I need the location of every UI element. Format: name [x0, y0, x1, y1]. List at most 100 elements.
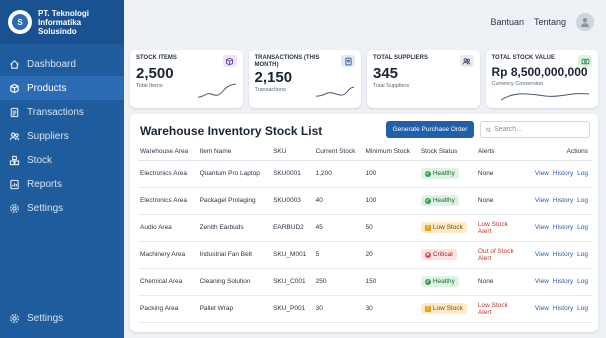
log-link[interactable]: Log [577, 251, 588, 258]
kpi-card-suppliers[interactable]: TOTAL SUPPLIERS 345 Total Suppliers [367, 50, 480, 108]
sidebar-item-reports[interactable]: Reports [0, 172, 124, 196]
column-header[interactable]: Alerts [475, 144, 520, 161]
generate-purchase-order-button[interactable]: Generate Purchase Order [386, 121, 474, 138]
sparkline [500, 93, 590, 101]
column-header[interactable]: Current Stock [313, 144, 364, 161]
cell-minimum-stock: 150 [363, 268, 419, 296]
cell-item-name: Quantum Pro Laptop [197, 160, 272, 188]
history-link[interactable]: History [553, 224, 573, 231]
sidebar-item-suppliers[interactable]: Suppliers [0, 124, 124, 148]
view-link[interactable]: View [535, 305, 549, 312]
top-bar: Bantuan Tentang [124, 0, 606, 44]
table-row[interactable]: Packing Area Pallet Wrap SKU_P001 30 30! Low … [138, 295, 592, 323]
inventory-table: Warehouse Area Item Name SKU Current Sto… [138, 144, 592, 323]
search-input[interactable] [494, 126, 584, 133]
log-link[interactable]: Log [577, 197, 588, 204]
company-logo: S [8, 10, 32, 34]
document-icon [8, 106, 20, 118]
kpi-card-title: TOTAL STOCK VALUE [491, 55, 555, 61]
document-icon [341, 55, 355, 67]
cell-item-name: Packagel Prolaging [197, 187, 272, 215]
column-header[interactable]: Warehouse Area [138, 144, 198, 161]
sidebar-item-transactions[interactable]: Transactions [0, 100, 124, 124]
column-header[interactable]: Item Name [197, 144, 272, 161]
cell-minimum-stock: 20 [363, 241, 419, 269]
kpi-card-stock-items[interactable]: STOCK ITEMS 2,500 Total Items [130, 50, 243, 108]
log-link[interactable]: Log [577, 278, 588, 285]
history-link[interactable]: History [553, 305, 573, 312]
sidebar-item-settings-bottom[interactable]: Settings [0, 306, 124, 330]
sidebar-item-settings[interactable]: Settings [0, 196, 124, 220]
kpi-cards: STOCK ITEMS 2,500 Total Items TRANSACTIO… [130, 50, 598, 108]
view-link[interactable]: View [535, 251, 549, 258]
status-icon: ✓ [424, 278, 431, 285]
sidebar-item-products[interactable]: Products [0, 76, 124, 100]
history-link[interactable]: History [553, 197, 573, 204]
kpi-card-subtitle: Total Suppliers [373, 83, 410, 89]
cell-actions: View History Log [519, 160, 592, 188]
kpi-card-stock-value[interactable]: TOTAL STOCK VALUE Rp 8,500,000,000 Curre… [485, 50, 598, 108]
history-link[interactable]: History [553, 278, 573, 285]
logo-icon: S [12, 14, 28, 30]
cell-warehouse-area: Audio Area [138, 214, 198, 242]
cell-sku: SKU_M001 [271, 241, 314, 269]
gear-icon [8, 312, 20, 324]
cell-alert: Out of Stock Alert [475, 241, 520, 269]
table-row[interactable]: Electronics Area Packagel Prolaging SKU000… [138, 187, 592, 215]
cell-warehouse-area: Machinery Area [138, 241, 198, 269]
table-row[interactable]: Audio Area Zenith Earbuds EARBUD2 45 50! Low … [138, 214, 592, 242]
kpi-card-transactions[interactable]: TRANSACTIONS (THIS MONTH) 2,150 Transact… [248, 50, 361, 108]
cell-actions: View History Log [519, 187, 592, 215]
status-badge: ✓ Healthy [420, 276, 459, 287]
sidebar-item-stock[interactable]: Stock [0, 148, 124, 172]
table-row[interactable]: Electronics Area Quantum Pro Laptop SKU000… [138, 160, 592, 188]
avatar[interactable] [576, 13, 594, 31]
sidebar-item-dashboard[interactable]: Dashboard [0, 52, 124, 76]
status-label: Healthy [432, 278, 455, 285]
log-link[interactable]: Log [577, 224, 588, 231]
cell-current-stock: 40 [313, 187, 364, 215]
view-link[interactable]: View [535, 224, 549, 231]
cell-current-stock: 30 [313, 295, 364, 323]
home-icon [8, 58, 20, 70]
search-box[interactable] [480, 121, 590, 138]
cell-stock-status: ✓ Healthy [418, 187, 476, 215]
user-icon [581, 18, 589, 27]
help-link[interactable]: Bantuan [490, 17, 524, 27]
log-link[interactable]: Log [577, 305, 588, 312]
history-link[interactable]: History [553, 251, 573, 258]
status-badge: ! Low Stock [420, 222, 467, 233]
cell-current-stock: 45 [313, 214, 364, 242]
view-link[interactable]: View [535, 170, 549, 177]
history-link[interactable]: History [553, 170, 573, 177]
table-row[interactable]: Machinery Area Industrial Fan Belt SKU_M00… [138, 241, 592, 269]
column-header[interactable]: SKU [271, 144, 314, 161]
cell-sku: SKU0003 [271, 187, 314, 215]
column-header[interactable]: Minimum Stock [363, 144, 419, 161]
table-row[interactable]: Chemical Area Cleaning Solution SKU_C001 25… [138, 268, 592, 296]
status-icon: ! [424, 224, 431, 231]
status-badge: ✓ Healthy [420, 168, 459, 179]
status-badge: ✓ Healthy [420, 195, 459, 206]
log-link[interactable]: Log [577, 170, 588, 177]
kpi-card-title: TOTAL SUPPLIERS [373, 55, 429, 61]
brand: S PT. Teknologi Informatika Solusindo [0, 0, 124, 44]
sidebar-item-label: Settings [27, 312, 64, 324]
about-link[interactable]: Tentang [534, 17, 566, 27]
view-link[interactable]: View [535, 278, 549, 285]
sidebar-bottom: Settings [0, 306, 124, 330]
column-header[interactable]: Stock Status [418, 144, 476, 161]
cell-current-stock: 5 [313, 241, 364, 269]
cell-actions: View History Log [519, 295, 592, 323]
cell-minimum-stock: 100 [363, 160, 419, 188]
view-link[interactable]: View [535, 197, 549, 204]
sidebar-item-label: Dashboard [27, 58, 76, 70]
status-label: Low Stock [432, 305, 463, 312]
sidebar-item-label: Suppliers [27, 130, 69, 142]
status-icon: ✓ [424, 197, 431, 204]
cell-sku: EARBUD2 [271, 214, 314, 242]
cell-item-name: Zenith Earbuds [197, 214, 272, 242]
company-name-line2: Informatika Solusindo [38, 17, 82, 36]
cell-current-stock: 250 [313, 268, 364, 296]
users-icon [8, 130, 20, 142]
